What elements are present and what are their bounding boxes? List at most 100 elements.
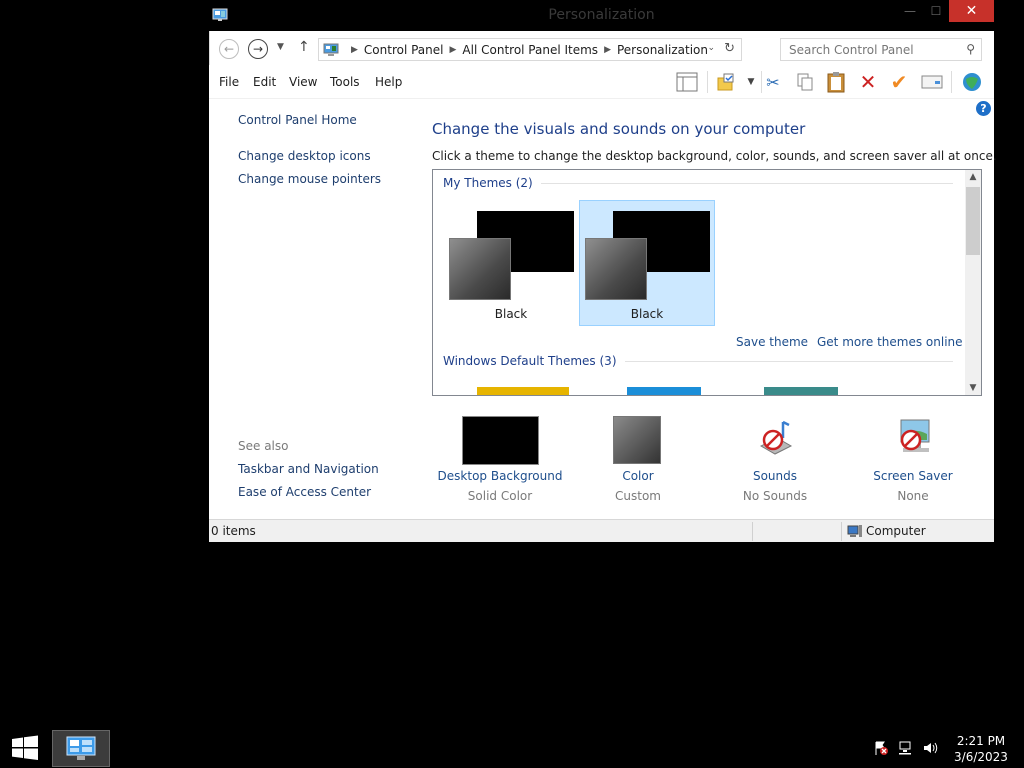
theme-color-preview xyxy=(585,238,647,300)
page-title: Change the visuals and sounds on your co… xyxy=(432,120,806,138)
personalization-window: Personalization — ☐ ✕ ← → ▼ ↑ ▶ Control … xyxy=(209,0,997,542)
screen-saver-link[interactable]: Screen Saver xyxy=(843,469,983,483)
layout-icon[interactable] xyxy=(675,71,699,93)
toolbar-divider xyxy=(951,71,952,93)
scroll-down-icon[interactable]: ▼ xyxy=(965,383,981,393)
save-theme-link[interactable]: Save theme xyxy=(736,335,808,349)
menu-view[interactable]: View xyxy=(289,75,317,89)
chevron-down-icon[interactable]: ⌄ xyxy=(707,43,715,53)
scroll-up-icon[interactable]: ▲ xyxy=(965,172,981,182)
breadcrumb-personalization[interactable]: Personalization xyxy=(617,43,708,57)
scrollbar-thumb[interactable] xyxy=(966,187,980,255)
minimize-button[interactable]: — xyxy=(897,0,923,22)
menu-bar: File Edit View Tools Help ▼ ✂ ✕ ✔ xyxy=(209,65,994,99)
maximize-button[interactable]: ☐ xyxy=(923,0,949,22)
status-divider xyxy=(841,522,842,541)
change-desktop-icons-link[interactable]: Change desktop icons xyxy=(238,149,371,163)
properties-icon[interactable] xyxy=(920,71,944,93)
theme-color-preview xyxy=(449,238,511,300)
globe-icon[interactable] xyxy=(960,71,984,93)
breadcrumb-all-items[interactable]: All Control Panel Items xyxy=(462,43,598,57)
up-arrow-icon[interactable]: ↑ xyxy=(298,39,310,55)
menu-file[interactable]: File xyxy=(219,75,239,89)
control-panel-home-link[interactable]: Control Panel Home xyxy=(238,113,357,127)
change-mouse-pointers-link[interactable]: Change mouse pointers xyxy=(238,172,381,186)
taskbar-control-panel-button[interactable] xyxy=(52,730,110,767)
theme-name: Black xyxy=(630,307,664,321)
action-center-flag-icon[interactable] xyxy=(872,740,890,756)
breadcrumb[interactable]: ▶ Control Panel ▶ All Control Panel Item… xyxy=(318,38,742,61)
default-theme-preview[interactable] xyxy=(764,387,838,395)
sounds-disabled-icon[interactable] xyxy=(753,416,799,462)
control-panel-icon xyxy=(323,43,339,56)
menu-help[interactable]: Help xyxy=(375,75,402,89)
paste-icon[interactable] xyxy=(824,71,848,93)
status-divider xyxy=(752,522,753,541)
toolbar-divider xyxy=(707,71,708,93)
network-icon[interactable] xyxy=(897,740,915,756)
theme-tile-selected[interactable]: Black xyxy=(579,200,715,326)
left-pane: Control Panel Home Change desktop icons … xyxy=(209,100,419,518)
color-preview[interactable] xyxy=(613,416,661,464)
breadcrumb-control-panel[interactable]: Control Panel xyxy=(364,43,444,57)
control-panel-icon xyxy=(66,736,96,760)
status-bar: 0 items Computer xyxy=(209,519,994,542)
theme-list-scrollbar[interactable]: ▲ ▼ xyxy=(965,170,981,395)
search-input[interactable]: Search Control Panel ⚲ xyxy=(780,38,982,61)
desktop: Personalization — ☐ ✕ ← → ▼ ↑ ▶ Control … xyxy=(0,0,1024,768)
help-icon[interactable]: ? xyxy=(976,101,991,116)
chevron-right-icon: ▶ xyxy=(351,44,358,55)
desktop-background-link[interactable]: Desktop Background xyxy=(430,469,570,483)
delete-icon[interactable]: ✕ xyxy=(856,70,880,94)
computer-icon xyxy=(847,525,862,537)
menu-edit[interactable]: Edit xyxy=(253,75,276,89)
color-link[interactable]: Color xyxy=(568,469,708,483)
address-bar: ← → ▼ ↑ ▶ Control Panel ▶ All Control Pa… xyxy=(209,31,994,65)
default-themes-label: Windows Default Themes (3) xyxy=(443,354,617,368)
search-placeholder: Search Control Panel xyxy=(789,42,914,57)
checkmark-icon[interactable]: ✔ xyxy=(887,70,911,94)
chevron-right-icon: ▶ xyxy=(604,44,611,55)
get-more-themes-link[interactable]: Get more themes online xyxy=(817,335,963,349)
copy-icon[interactable] xyxy=(793,71,817,93)
group-divider xyxy=(624,360,953,362)
window-title: Personalization xyxy=(548,7,655,23)
cut-icon[interactable]: ✂ xyxy=(761,71,785,93)
refresh-icon[interactable]: ↻ xyxy=(724,41,735,56)
chevron-down-icon[interactable]: ▼ xyxy=(739,71,763,93)
default-theme-preview[interactable] xyxy=(627,387,701,395)
search-icon[interactable]: ⚲ xyxy=(966,42,975,56)
ease-of-access-link[interactable]: Ease of Access Center xyxy=(238,485,371,499)
menu-tools[interactable]: Tools xyxy=(330,75,360,89)
desktop-background-preview[interactable] xyxy=(462,416,539,465)
group-divider xyxy=(540,182,953,184)
folder-options-icon[interactable] xyxy=(714,71,738,93)
my-themes-label: My Themes (2) xyxy=(443,176,533,190)
default-theme-preview[interactable] xyxy=(477,387,569,395)
taskbar-navigation-link[interactable]: Taskbar and Navigation xyxy=(238,462,379,476)
forward-button[interactable]: → xyxy=(248,39,268,59)
theme-tile[interactable]: Black xyxy=(443,200,579,326)
recent-locations-icon[interactable]: ▼ xyxy=(277,42,284,52)
clock-time[interactable]: 2:21 PM xyxy=(950,734,1012,748)
page-subtitle: Click a theme to change the desktop back… xyxy=(432,149,997,163)
item-count: 0 items xyxy=(211,524,256,538)
theme-list: My Themes (2) Black Black Save theme Get… xyxy=(432,169,982,396)
sounds-link[interactable]: Sounds xyxy=(705,469,845,483)
theme-name: Black xyxy=(494,307,528,321)
desktop-background-value: Solid Color xyxy=(467,489,533,503)
back-button[interactable]: ← xyxy=(219,39,239,59)
see-also-heading: See also xyxy=(238,439,289,453)
title-bar[interactable]: Personalization — ☐ ✕ xyxy=(209,0,994,31)
volume-icon[interactable] xyxy=(921,740,939,756)
clock-date[interactable]: 3/6/2023 xyxy=(950,750,1012,764)
sounds-value: No Sounds xyxy=(742,489,808,503)
location-label: Computer xyxy=(866,524,926,538)
screen-saver-disabled-icon[interactable] xyxy=(891,416,937,462)
color-value: Custom xyxy=(615,489,661,503)
close-button[interactable]: ✕ xyxy=(949,0,994,22)
screen-saver-value: None xyxy=(897,489,929,503)
default-themes-group[interactable]: Windows Default Themes (3) xyxy=(443,354,953,368)
my-themes-group[interactable]: My Themes (2) xyxy=(443,176,953,190)
windows-logo-icon[interactable] xyxy=(10,735,40,761)
